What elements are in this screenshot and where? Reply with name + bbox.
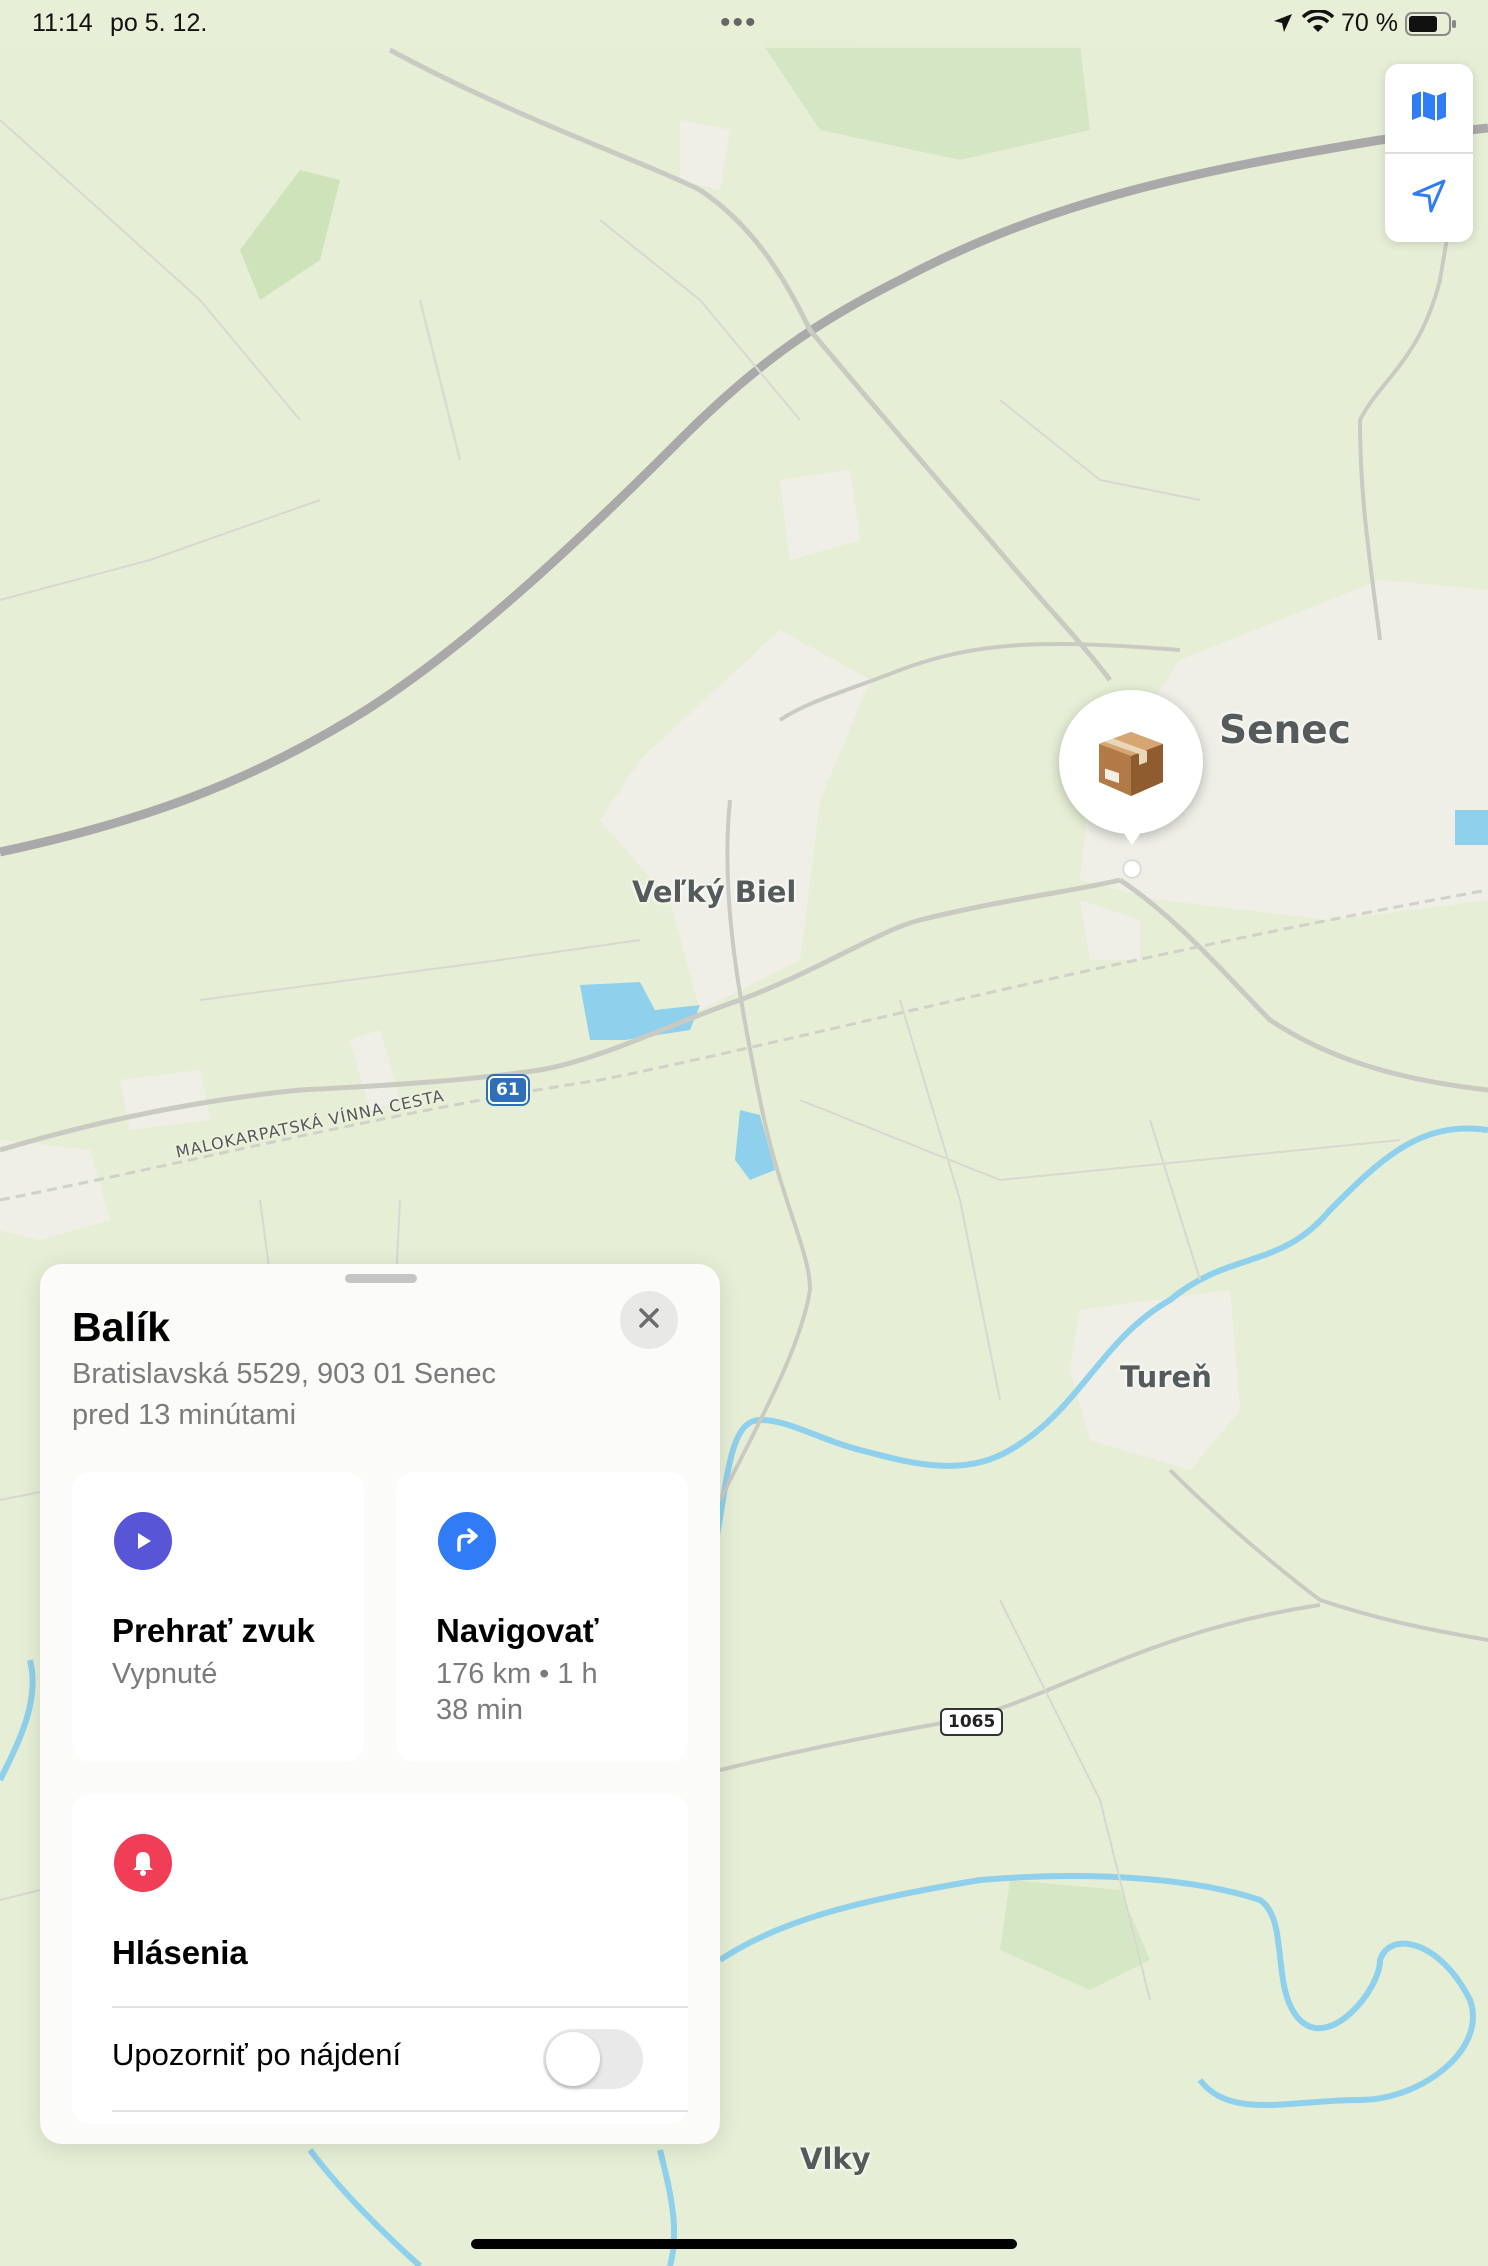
toggle-knob — [546, 2032, 600, 2086]
navigate-distance: 176 km • 1 h — [436, 1658, 598, 1690]
map-mode-button[interactable] — [1385, 64, 1473, 152]
status-bar: 11:14 po 5. 12. ••• 70 % — [0, 0, 1488, 48]
play-sound-status: Vypnuté — [112, 1658, 218, 1690]
multitasking-dots[interactable]: ••• — [720, 6, 758, 40]
notifications-divider-bottom — [112, 2110, 688, 2112]
battery-icon — [1405, 12, 1457, 43]
place-label-senec[interactable]: Senec — [1219, 708, 1351, 753]
status-time: 11:14 — [32, 9, 93, 37]
place-label-turen[interactable]: Tureň — [1120, 1360, 1212, 1394]
navigate-label: Navigovať — [436, 1612, 599, 1649]
current-location-button[interactable] — [1385, 154, 1473, 242]
status-date: po 5. 12. — [110, 9, 208, 37]
notifications-label: Hlásenia — [112, 1934, 248, 1971]
directions-icon — [438, 1512, 496, 1570]
item-pin[interactable] — [1059, 690, 1203, 834]
package-icon — [1091, 720, 1171, 805]
close-icon — [637, 1306, 661, 1335]
navigate-duration: 38 min — [436, 1694, 524, 1726]
wifi-icon — [1301, 9, 1335, 41]
pin-location-dot — [1124, 861, 1140, 877]
play-sound-button[interactable]: Prehrať zvuk Vypnuté — [72, 1472, 364, 1762]
play-icon — [114, 1512, 172, 1570]
sheet-grabber[interactable] — [345, 1274, 417, 1283]
home-indicator[interactable] — [471, 2239, 1017, 2249]
close-button[interactable] — [620, 1291, 678, 1349]
route-shield-1065: 1065 — [940, 1708, 1004, 1736]
item-address: Bratislavská 5529, 903 01 Senec — [72, 1358, 496, 1390]
navigate-button[interactable]: Navigovať 176 km • 1 h 38 min — [396, 1472, 688, 1762]
item-title: Balík — [72, 1304, 170, 1350]
notifications-divider-top — [112, 2006, 688, 2008]
notify-when-found-toggle[interactable] — [543, 2029, 643, 2089]
bell-icon — [114, 1834, 172, 1892]
battery-percent: 70 % — [1341, 9, 1398, 37]
location-arrow-icon — [1410, 177, 1448, 220]
play-sound-label: Prehrať zvuk — [112, 1612, 315, 1649]
item-detail-sheet: Balík Bratislavská 5529, 903 01 Senec pr… — [40, 1264, 720, 2144]
route-shield-61: 61 — [488, 1076, 528, 1104]
notify-when-found-label: Upozorniť po nájdení — [112, 2037, 402, 2072]
pin-tail — [1118, 825, 1146, 845]
place-label-velky-biel[interactable]: Veľký Biel — [632, 875, 796, 909]
map-icon — [1410, 89, 1448, 128]
place-label-vlky[interactable]: Vlky — [800, 2142, 871, 2176]
location-arrow-status-icon — [1272, 12, 1294, 41]
item-last-seen: pred 13 minútami — [72, 1399, 297, 1431]
map-controls — [1385, 64, 1473, 242]
